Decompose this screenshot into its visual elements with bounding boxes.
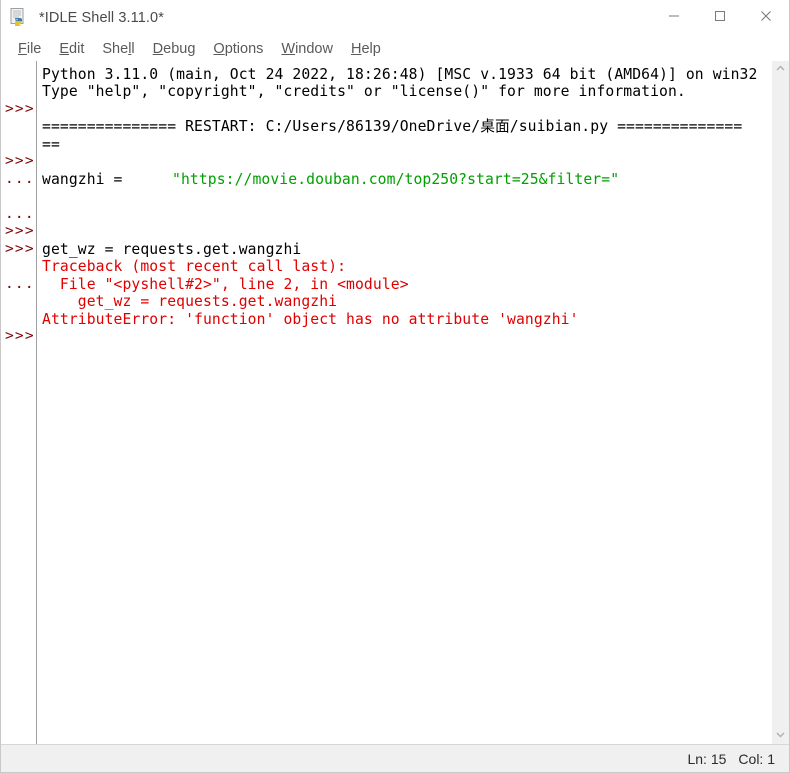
maximize-button[interactable] bbox=[697, 0, 743, 36]
prompt-marker: ... bbox=[5, 206, 35, 222]
prompt-gutter: >>> >>>...... >>> >>>... >>> bbox=[1, 61, 37, 744]
status-bar: Ln: 15 Col: 1 bbox=[1, 744, 789, 772]
window-controls bbox=[651, 0, 789, 36]
prompt-marker: ... bbox=[5, 276, 35, 292]
shell-main-area: >>> >>>...... >>> >>>... >>> Python 3.11.0 (… bbox=[1, 61, 789, 744]
idle-python-document-icon bbox=[9, 7, 31, 29]
close-button[interactable] bbox=[743, 0, 789, 36]
status-column-number: Col: 1 bbox=[738, 750, 775, 767]
menu-item-window[interactable]: Window bbox=[272, 39, 342, 59]
console-line: File "<pyshell#2>", line 2, in <module> bbox=[42, 276, 409, 293]
console-line: "https://movie.douban.com/top250?start=2… bbox=[172, 171, 620, 188]
menu-item-options[interactable]: Options bbox=[204, 39, 272, 59]
prompt-marker: >>> bbox=[5, 153, 35, 169]
console-line: =============== RESTART: C:/Users/86139/… bbox=[42, 118, 743, 135]
vertical-scrollbar[interactable] bbox=[771, 61, 789, 744]
idle-shell-window: *IDLE Shell 3.11.0* File Edit Shell Debu… bbox=[0, 0, 790, 773]
scroll-up-button[interactable] bbox=[772, 61, 789, 78]
menu-item-file[interactable]: File bbox=[9, 39, 50, 59]
shell-output-area[interactable]: Python 3.11.0 (main, Oct 24 2022, 18:26:… bbox=[37, 61, 771, 744]
minimize-button[interactable] bbox=[651, 0, 697, 36]
console-line: Type "help", "copyright", "credits" or "… bbox=[42, 83, 686, 100]
menu-bar: File Edit Shell Debug Options Window Hel… bbox=[1, 37, 789, 61]
console-line: get_wz = requests.get.wangzhi bbox=[42, 293, 338, 310]
menu-item-debug[interactable]: Debug bbox=[144, 39, 205, 59]
status-line-number: Ln: 15 bbox=[687, 750, 727, 767]
console-line: == bbox=[42, 136, 60, 153]
close-icon bbox=[760, 9, 772, 27]
title-bar: *IDLE Shell 3.11.0* bbox=[1, 0, 789, 37]
prompt-marker: >>> bbox=[5, 101, 35, 117]
window-title: *IDLE Shell 3.11.0* bbox=[39, 10, 164, 26]
menu-item-shell[interactable]: Shell bbox=[93, 39, 143, 59]
scroll-down-button[interactable] bbox=[772, 727, 789, 744]
scroll-down-icon bbox=[775, 727, 786, 745]
prompt-marker: >>> bbox=[5, 328, 35, 344]
prompt-marker: >>> bbox=[5, 241, 35, 257]
console-line: Traceback (most recent call last): bbox=[42, 258, 347, 275]
minimize-icon bbox=[668, 9, 680, 27]
maximize-icon bbox=[714, 9, 726, 27]
console-line: Python 3.11.0 (main, Oct 24 2022, 18:26:… bbox=[42, 66, 758, 83]
menu-item-help[interactable]: Help bbox=[342, 39, 390, 59]
prompt-marker: ... bbox=[5, 171, 35, 187]
console-line: AttributeError: 'function' object has no… bbox=[42, 311, 579, 328]
menu-item-edit[interactable]: Edit bbox=[50, 39, 93, 59]
prompt-marker: >>> bbox=[5, 223, 35, 239]
scroll-up-icon bbox=[775, 61, 786, 79]
console-line: wangzhi = bbox=[42, 171, 132, 188]
console-line: get_wz = requests.get.wangzhi bbox=[42, 241, 302, 258]
